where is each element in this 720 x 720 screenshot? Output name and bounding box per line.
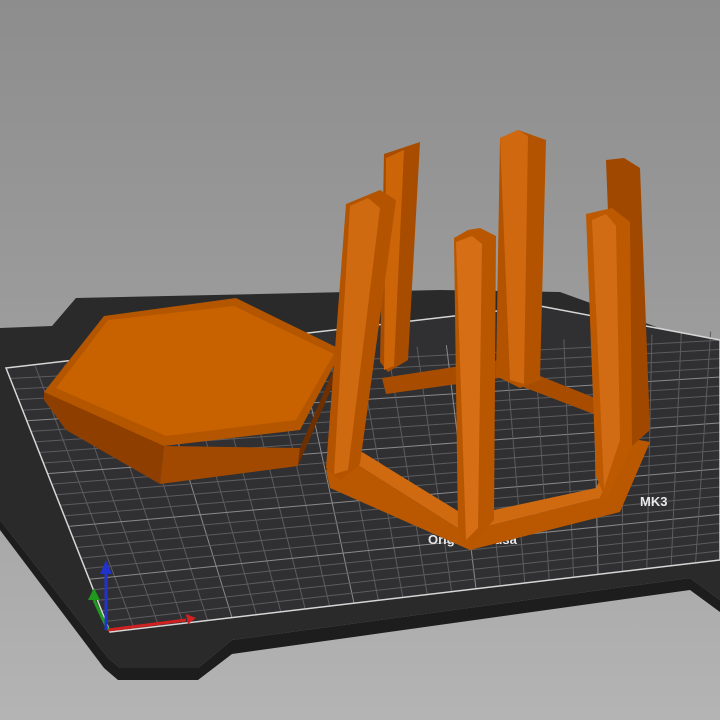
scene-canvas[interactable]: MK3 Original Prusa <box>0 0 720 720</box>
hexagonal-frame-object[interactable] <box>326 130 650 550</box>
bed-label-model: MK3 <box>640 494 667 509</box>
3d-viewport[interactable]: MK3 Original Prusa <box>0 0 720 720</box>
